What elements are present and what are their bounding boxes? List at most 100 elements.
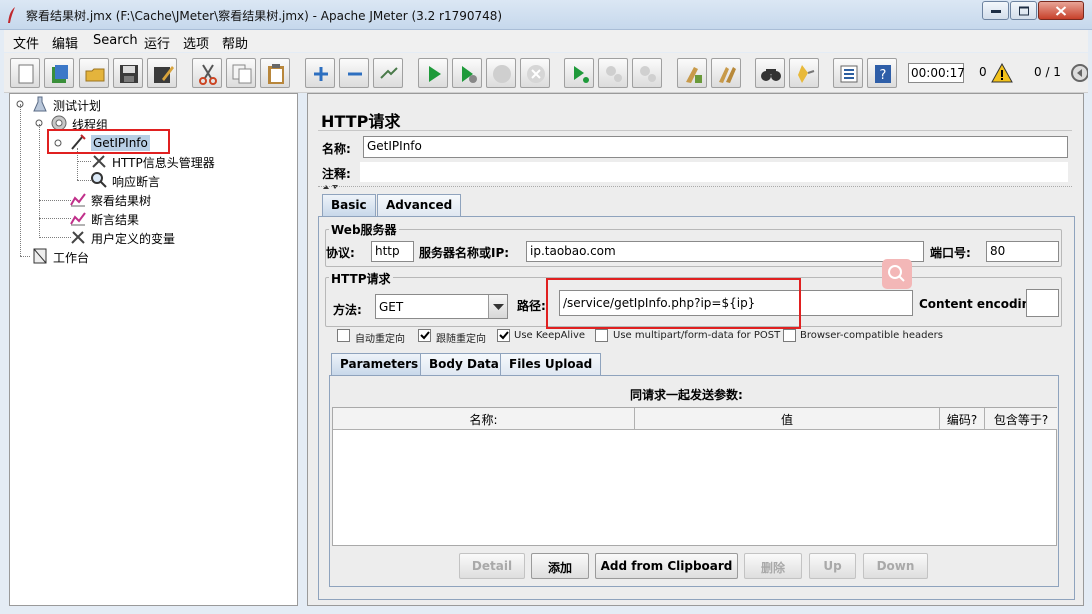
port-label: 端口号: (930, 246, 971, 260)
new-button[interactable] (10, 58, 40, 88)
tree-item-label: 测试计划 (53, 99, 102, 113)
remote-start-button[interactable] (564, 58, 594, 88)
cut-icon (199, 64, 217, 85)
divider (318, 130, 1072, 131)
menu-options[interactable]: 选项 (183, 33, 209, 52)
search-icon (761, 69, 781, 81)
reset-search-button[interactable] (789, 58, 819, 88)
path-highlight-box (546, 278, 801, 329)
header-manager-icon (92, 155, 106, 168)
redirect-auto-checkbox[interactable] (337, 329, 350, 342)
minimize-button[interactable] (982, 1, 1009, 20)
start-button[interactable] (418, 58, 448, 88)
function-helper-icon (840, 65, 858, 83)
assertion-icon (91, 172, 107, 188)
open-button[interactable] (79, 58, 109, 88)
active-threads: 0 / 1 (1034, 65, 1061, 79)
comment-field[interactable] (360, 162, 1068, 182)
tab-advanced[interactable]: Advanced (377, 194, 462, 216)
tree-toggle[interactable] (35, 119, 43, 127)
add-from-clipboard-button[interactable]: Add from Clipboard (595, 553, 738, 579)
multipart-label: Use multipart/form-data for POST (613, 330, 781, 341)
tree-connector (77, 180, 91, 181)
follow-redirects-checkbox[interactable] (418, 329, 431, 342)
add-button[interactable]: 添加 (531, 553, 589, 579)
tree-selection-highlight (47, 129, 170, 154)
copy-icon (232, 64, 252, 84)
cut-button[interactable] (192, 58, 222, 88)
down-button[interactable]: Down (863, 553, 928, 579)
start-icon (429, 66, 441, 82)
column-header-value[interactable]: 值 (635, 408, 940, 430)
svg-text:?: ? (880, 68, 887, 83)
save-as-icon (154, 66, 174, 83)
save-button[interactable] (113, 58, 143, 88)
templates-button[interactable] (44, 58, 74, 88)
parameters-table[interactable]: 名称: 值 编码? 包含等于? (332, 407, 1057, 546)
checkmark-icon (499, 331, 509, 340)
remote-shutdown-button[interactable] (632, 58, 662, 88)
menu-file[interactable]: 文件 (13, 33, 39, 52)
clear-all-button[interactable] (711, 58, 741, 88)
start-no-pause-button[interactable] (452, 58, 482, 88)
remote-shutdown-icon (640, 66, 656, 82)
remote-stop-button[interactable] (598, 58, 628, 88)
name-field[interactable]: GetIPInfo (363, 136, 1068, 158)
server-field[interactable]: ip.taobao.com (526, 241, 924, 262)
menu-search[interactable]: Search (93, 33, 138, 48)
port-field[interactable]: 80 (986, 241, 1059, 262)
column-header-include-equals[interactable]: 包含等于? (985, 408, 1057, 430)
tab-body-data[interactable]: Body Data (420, 353, 508, 375)
collapse-all-button[interactable] (339, 58, 369, 88)
copy-button[interactable] (226, 58, 256, 88)
search-watermark-icon (882, 259, 912, 289)
start-no-pause-icon (462, 66, 477, 83)
keepalive-checkbox[interactable] (497, 329, 510, 342)
window-titlebar: 察看结果树.jmx (F:\Cache\JMeter\察看结果树.jmx) - … (0, 0, 1092, 30)
panel-title: HTTP请求 (321, 112, 401, 131)
help-icon: ? (875, 65, 891, 83)
multipart-checkbox[interactable] (595, 329, 608, 342)
browser-headers-checkbox[interactable] (783, 329, 796, 342)
remote-stop-icon (606, 66, 622, 82)
splitter-arrows-icon[interactable] (322, 184, 346, 190)
tree-item-label: 响应断言 (112, 175, 161, 189)
delete-button[interactable]: 删除 (744, 553, 802, 579)
search-button[interactable] (755, 58, 785, 88)
tab-parameters[interactable]: Parameters (331, 353, 428, 375)
expand-all-button[interactable] (305, 58, 335, 88)
stop-button[interactable] (486, 58, 516, 88)
maximize-button[interactable] (1010, 1, 1037, 20)
warning-icon[interactable] (991, 63, 1013, 83)
tab-basic[interactable]: Basic (322, 194, 376, 216)
tab-files-upload[interactable]: Files Upload (500, 353, 602, 375)
tree-item-label: HTTP信息头管理器 (112, 156, 215, 170)
function-helper-button[interactable] (833, 58, 863, 88)
templates-icon (52, 65, 68, 83)
protocol-field[interactable]: http (371, 241, 414, 262)
tree-toggle[interactable] (16, 100, 24, 108)
detail-button[interactable]: Detail (459, 553, 525, 579)
tree-connector (39, 237, 71, 238)
menu-help[interactable]: 帮助 (222, 33, 248, 52)
column-header-encode[interactable]: 编码? (940, 408, 985, 430)
shutdown-button[interactable] (520, 58, 550, 88)
menu-edit[interactable]: 编辑 (52, 33, 78, 52)
remote-status-icon (1071, 64, 1088, 82)
up-button[interactable]: Up (809, 553, 856, 579)
column-header-name[interactable]: 名称: (333, 408, 635, 430)
method-dropdown-button[interactable] (488, 295, 507, 318)
params-caption: 同请求一起发送参数: (630, 388, 743, 402)
tree-connector (39, 124, 40, 238)
warning-count: 0 (979, 65, 987, 79)
close-button[interactable] (1038, 1, 1084, 20)
content-encoding-field[interactable] (1026, 289, 1059, 317)
tree-item-label: 察看结果树 (91, 194, 152, 208)
save-as-button[interactable] (147, 58, 177, 88)
menu-run[interactable]: 运行 (144, 33, 170, 52)
help-button[interactable]: ? (867, 58, 897, 88)
clear-button[interactable] (677, 58, 707, 88)
toggle-button[interactable] (373, 58, 403, 88)
paste-button[interactable] (260, 58, 290, 88)
follow-redirects-label: 跟随重定向 (436, 334, 486, 345)
